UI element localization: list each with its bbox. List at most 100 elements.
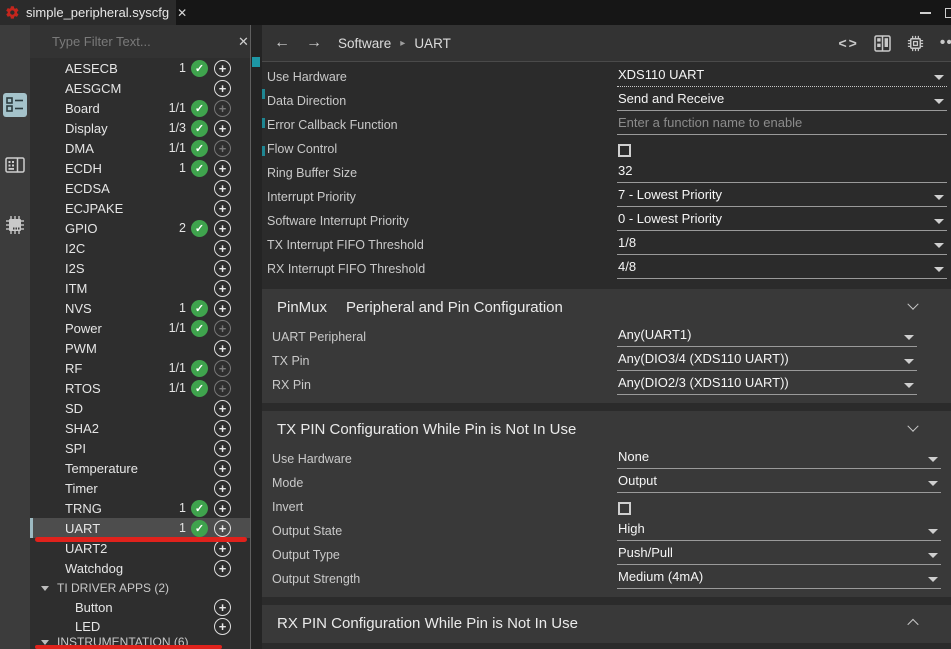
- dropdown-tx-interrupt-fifo-threshold[interactable]: 1/8: [617, 234, 947, 255]
- add-module-button[interactable]: +: [214, 120, 231, 137]
- add-module-button[interactable]: +: [214, 200, 231, 217]
- add-module-button[interactable]: +: [214, 500, 231, 517]
- dropdown-uart-peripheral[interactable]: Any(UART1): [617, 326, 917, 347]
- dropdown-rx-interrupt-fifo-threshold[interactable]: 4/8: [617, 258, 947, 279]
- dropdown-rx-pin[interactable]: Any(DIO2/3 (XDS110 UART)): [617, 374, 917, 395]
- dropdown-data-direction[interactable]: Send and Receive: [617, 90, 947, 111]
- clear-filter-icon[interactable]: ✕: [238, 34, 249, 50]
- dropdown-use-hardware[interactable]: XDS110 UART: [617, 66, 947, 87]
- dropdown-output-type[interactable]: Push/Pull: [617, 544, 941, 565]
- add-module-button[interactable]: +: [214, 260, 231, 277]
- sidebar-item-ecdh[interactable]: ECDH 1 ✓ +: [30, 158, 250, 178]
- module-configured-icon: ✓: [191, 140, 208, 157]
- chip-view-button[interactable]: [3, 213, 27, 237]
- dropdown-output-state[interactable]: High: [617, 520, 941, 541]
- filter-input[interactable]: [52, 34, 228, 49]
- dropdown-arrow-icon: [934, 195, 944, 200]
- add-module-button[interactable]: +: [214, 560, 231, 577]
- add-module-button[interactable]: +: [214, 160, 231, 177]
- add-module-button[interactable]: +: [214, 400, 231, 417]
- section-header[interactable]: TX PIN Configuration While Pin is Not In…: [262, 411, 951, 447]
- module-configured-icon: ✓: [191, 100, 208, 117]
- sidebar-item-pwm[interactable]: PWM +: [30, 338, 250, 358]
- device-chip-icon[interactable]: [906, 34, 925, 53]
- sidebar-item-ecdsa[interactable]: ECDSA +: [30, 178, 250, 198]
- sidebar-group-ti-driver-apps-2[interactable]: TI DRIVER APPS (2): [30, 578, 250, 598]
- add-module-button[interactable]: +: [214, 340, 231, 357]
- add-module-button[interactable]: +: [214, 220, 231, 237]
- module-label: ECJPAKE: [65, 201, 123, 216]
- sidebar-item-temperature[interactable]: Temperature +: [30, 458, 250, 478]
- sidebar-item-board[interactable]: Board 1/1 ✓ +: [30, 98, 250, 118]
- section-header[interactable]: RX PIN Configuration While Pin is Not In…: [262, 605, 951, 641]
- sidebar-item-sd[interactable]: SD +: [30, 398, 250, 418]
- sidebar-item-nvs[interactable]: NVS 1 ✓ +: [30, 298, 250, 318]
- maximize-button[interactable]: [945, 8, 951, 18]
- sidebar-item-watchdog[interactable]: Watchdog +: [30, 558, 250, 578]
- add-module-button[interactable]: +: [214, 480, 231, 497]
- checkbox-flow-control[interactable]: [618, 144, 631, 157]
- form-row: Output Strength Medium (4mA): [262, 567, 951, 591]
- dropdown-tx-pin[interactable]: Any(DIO3/4 (XDS110 UART)): [617, 350, 917, 371]
- add-module-button[interactable]: +: [214, 420, 231, 437]
- sidebar-item-timer[interactable]: Timer +: [30, 478, 250, 498]
- input-error-callback-function[interactable]: Enter a function name to enable: [617, 114, 947, 135]
- add-module-button[interactable]: +: [214, 599, 231, 616]
- sidebar-item-rf[interactable]: RF 1/1 ✓ +: [30, 358, 250, 378]
- annotation-underline: [35, 537, 247, 542]
- section-header[interactable]: PinMux Peripheral and Pin Configuration: [262, 289, 951, 325]
- sidebar-item-i2c[interactable]: I2C +: [30, 238, 250, 258]
- sidebar-item-itm[interactable]: ITM +: [30, 278, 250, 298]
- scrollbar-track[interactable]: [251, 25, 262, 649]
- add-module-button[interactable]: +: [214, 460, 231, 477]
- show-code-icon[interactable]: <>: [838, 35, 858, 51]
- module-count: 1: [179, 501, 186, 515]
- more-menu-icon[interactable]: ••: [940, 34, 951, 52]
- breadcrumb-section[interactable]: Software: [338, 36, 391, 51]
- dropdown-use-hardware[interactable]: None: [617, 448, 941, 469]
- sidebar-item-gpio[interactable]: GPIO 2 ✓ +: [30, 218, 250, 238]
- forward-arrow-icon[interactable]: →: [306, 34, 322, 52]
- add-module-button[interactable]: +: [214, 80, 231, 97]
- add-module-button[interactable]: +: [214, 240, 231, 257]
- add-module-button[interactable]: +: [214, 440, 231, 457]
- add-module-button[interactable]: +: [214, 300, 231, 317]
- scrollbar-thumb[interactable]: [252, 57, 260, 67]
- module-configured-icon: ✓: [191, 60, 208, 77]
- sidebar-item-aesecb[interactable]: AESECB 1 ✓ +: [30, 58, 250, 78]
- sidebar-item-display[interactable]: Display 1/3 ✓ +: [30, 118, 250, 138]
- sidebar-item-button[interactable]: Button +: [30, 598, 250, 617]
- sidebar-item-trng[interactable]: TRNG 1 ✓ +: [30, 498, 250, 518]
- sidebar-item-uart[interactable]: UART 1 ✓ +: [30, 518, 250, 538]
- board-view-icon[interactable]: [874, 35, 891, 52]
- module-label: AESGCM: [65, 81, 121, 96]
- sidebar-group-instrumentation-6[interactable]: INSTRUMENTATION (6): [30, 632, 250, 649]
- add-module-button[interactable]: +: [214, 60, 231, 77]
- add-module-button[interactable]: +: [214, 520, 231, 537]
- add-module-button[interactable]: +: [214, 540, 231, 557]
- file-tab[interactable]: simple_peripheral.syscfg ✕: [0, 0, 176, 25]
- sidebar-item-rtos[interactable]: RTOS 1/1 ✓ +: [30, 378, 250, 398]
- minimize-button[interactable]: [920, 12, 931, 14]
- checkbox-invert[interactable]: [618, 502, 631, 515]
- dropdown-arrow-icon: [928, 529, 938, 534]
- sidebar-item-aesgcm[interactable]: AESGCM +: [30, 78, 250, 98]
- dropdown-interrupt-priority[interactable]: 7 - Lowest Priority: [617, 186, 947, 207]
- input-ring-buffer-size[interactable]: 32: [617, 162, 947, 183]
- add-module-button[interactable]: +: [214, 180, 231, 197]
- dropdown-mode[interactable]: Output: [617, 472, 941, 493]
- device-view-button[interactable]: [3, 153, 27, 177]
- back-arrow-icon[interactable]: ←: [274, 34, 290, 52]
- sidebar-item-spi[interactable]: SPI +: [30, 438, 250, 458]
- dropdown-software-interrupt-priority[interactable]: 0 - Lowest Priority: [617, 210, 947, 231]
- breadcrumb-page[interactable]: UART: [414, 36, 451, 51]
- sidebar-item-dma[interactable]: DMA 1/1 ✓ +: [30, 138, 250, 158]
- sidebar-item-ecjpake[interactable]: ECJPAKE +: [30, 198, 250, 218]
- software-view-button[interactable]: [3, 93, 27, 117]
- dropdown-output-strength[interactable]: Medium (4mA): [617, 568, 941, 589]
- add-module-button[interactable]: +: [214, 280, 231, 297]
- sidebar-item-sha2[interactable]: SHA2 +: [30, 418, 250, 438]
- sidebar-item-i2s[interactable]: I2S +: [30, 258, 250, 278]
- sidebar-item-power[interactable]: Power 1/1 ✓ +: [30, 318, 250, 338]
- close-tab-icon[interactable]: ✕: [177, 6, 187, 20]
